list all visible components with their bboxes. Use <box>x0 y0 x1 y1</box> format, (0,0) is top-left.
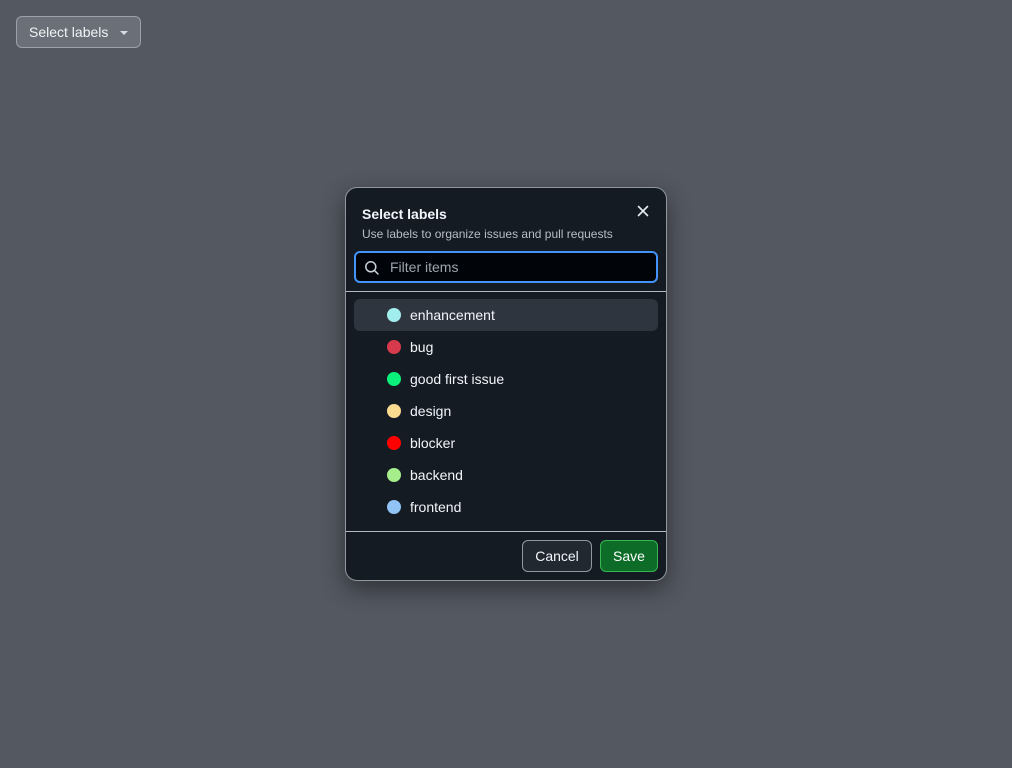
label-list: enhancement bug good first issue design bloc… <box>354 299 658 523</box>
select-labels-dialog: Select labels Use labels to organize iss… <box>345 187 667 581</box>
filter-field[interactable] <box>354 251 658 283</box>
label-color-swatch <box>387 404 401 418</box>
dialog-title: Select labels <box>362 206 447 222</box>
select-labels-button[interactable]: Select labels <box>16 16 141 48</box>
search-icon <box>365 261 379 275</box>
label-option-text: good first issue <box>410 371 505 387</box>
label-option-text: bug <box>410 339 434 355</box>
x-icon <box>637 205 649 217</box>
label-option[interactable]: design <box>354 395 658 427</box>
label-option[interactable]: enhancement <box>354 299 658 331</box>
label-option-text: blocker <box>410 435 456 451</box>
label-color-swatch <box>387 372 401 386</box>
cancel-button[interactable]: Cancel <box>522 540 592 572</box>
label-option[interactable]: frontend <box>354 491 658 523</box>
close-button[interactable] <box>634 202 652 220</box>
label-color-swatch <box>387 500 401 514</box>
triangle-down-icon <box>120 31 128 35</box>
label-color-swatch <box>387 340 401 354</box>
label-option[interactable]: good first issue <box>354 363 658 395</box>
dialog-subtitle: Use labels to organize issues and pull r… <box>362 227 613 241</box>
label-option[interactable]: blocker <box>354 427 658 459</box>
label-color-swatch <box>387 468 401 482</box>
header-divider <box>346 291 666 292</box>
label-color-swatch <box>387 308 401 322</box>
label-color-swatch <box>387 436 401 450</box>
footer-divider <box>346 531 666 532</box>
label-option-text: frontend <box>410 499 462 515</box>
filter-input[interactable] <box>388 253 652 281</box>
save-button[interactable]: Save <box>600 540 658 572</box>
label-option-text: enhancement <box>410 307 495 323</box>
label-option-text: design <box>410 403 452 419</box>
select-labels-button-label: Select labels <box>29 24 109 40</box>
label-option-text: backend <box>410 467 463 483</box>
label-option[interactable]: backend <box>354 459 658 491</box>
label-option[interactable]: bug <box>354 331 658 363</box>
